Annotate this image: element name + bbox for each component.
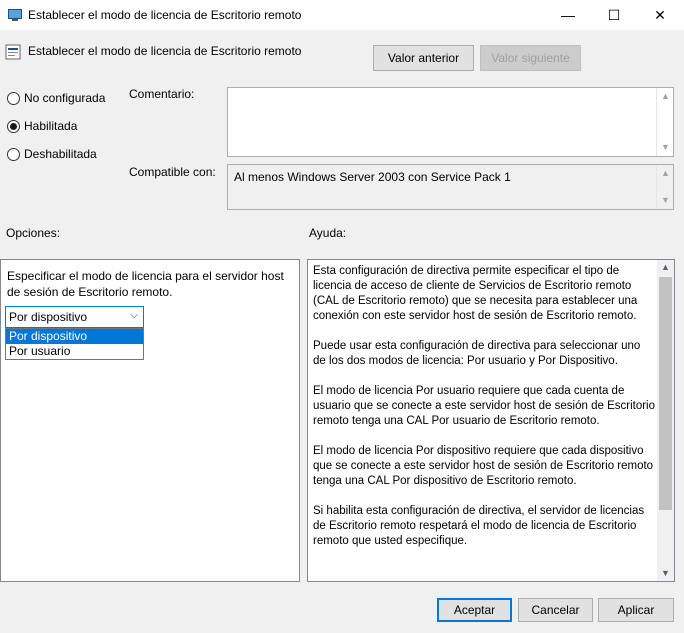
radio-circle[interactable] — [7, 91, 20, 105]
minimize-icon: — — [561, 7, 575, 23]
minimize-button[interactable]: — — [545, 0, 591, 30]
help-heading: Ayuda: — [309, 226, 347, 240]
license-mode-dropdown[interactable]: Por dispositivo Por usuario — [5, 328, 144, 360]
compatible-field: Al menos Windows Server 2003 con Service… — [227, 164, 674, 210]
ok-button[interactable]: Aceptar — [437, 598, 512, 622]
help-paragraph: Esta configuración de directiva permite … — [313, 265, 638, 322]
apply-button[interactable]: Aplicar — [598, 598, 674, 622]
radio-not-configured[interactable]: No configurada — [7, 91, 105, 105]
select-value: Por dispositivo — [9, 310, 88, 324]
dropdown-option-per-device[interactable]: Por dispositivo — [6, 329, 143, 344]
compatible-value: Al menos Windows Server 2003 con Service… — [234, 170, 511, 184]
scroll-down-icon[interactable]: ▼ — [657, 140, 674, 155]
comment-scrollbar[interactable]: ▲ ▼ — [656, 88, 673, 156]
comment-textarea[interactable]: ▲ ▼ — [227, 87, 674, 157]
maximize-button[interactable]: ☐ — [591, 0, 637, 30]
help-scrollbar[interactable]: ▲ ▼ — [657, 260, 674, 581]
comment-label: Comentario: — [129, 87, 195, 101]
policy-window-icon — [8, 9, 22, 21]
dropdown-option-per-user[interactable]: Por usuario — [6, 344, 143, 359]
options-heading: Opciones: — [6, 226, 61, 240]
chevron-down-icon[interactable]: ⌵ — [130, 310, 138, 321]
radio-circle[interactable] — [7, 147, 20, 161]
radio-label: Habilitada — [24, 119, 78, 133]
radio-label: No configurada — [24, 91, 106, 105]
license-mode-select[interactable]: Por dispositivo ⌵ — [5, 306, 144, 328]
radio-label: Deshabilitada — [24, 147, 97, 161]
close-button[interactable]: ✕ — [637, 0, 683, 30]
help-paragraph: El modo de licencia Por usuario requiere… — [313, 385, 655, 427]
maximize-icon: ☐ — [607, 6, 621, 23]
scroll-down-icon[interactable]: ▼ — [657, 566, 674, 581]
help-paragraph: Puede usar esta configuración de directi… — [313, 340, 641, 367]
radio-disabled[interactable]: Deshabilitada — [7, 147, 97, 161]
radio-enabled[interactable]: Habilitada — [7, 119, 77, 133]
scroll-up-icon[interactable]: ▲ — [657, 260, 674, 275]
help-paragraph: Si habilita esta configuración de direct… — [313, 505, 645, 547]
help-panel: Esta configuración de directiva permite … — [307, 259, 675, 582]
help-paragraph: El modo de licencia Por dispositivo requ… — [313, 445, 654, 487]
close-icon: ✕ — [654, 6, 666, 23]
policy-setting-icon — [5, 44, 21, 60]
window-title: Establecer el modo de licencia de Escrit… — [28, 8, 302, 22]
previous-setting-button[interactable]: Valor anterior — [373, 45, 474, 71]
scroll-up-icon[interactable]: ▲ — [657, 166, 674, 181]
compatible-label: Compatible con: — [129, 165, 216, 179]
help-text: Esta configuración de directiva permite … — [313, 264, 655, 564]
scroll-up-icon[interactable]: ▲ — [657, 89, 674, 104]
scroll-down-icon[interactable]: ▼ — [657, 193, 674, 208]
next-setting-button[interactable]: Valor siguiente — [480, 45, 581, 71]
cancel-button[interactable]: Cancelar — [518, 598, 593, 622]
policy-title: Establecer el modo de licencia de Escrit… — [28, 44, 302, 58]
options-description: Especificar el modo de licencia para el … — [7, 269, 284, 299]
compatible-scrollbar[interactable]: ▲ ▼ — [656, 165, 673, 209]
radio-circle[interactable] — [7, 119, 20, 133]
scrollbar-thumb[interactable] — [659, 277, 672, 510]
